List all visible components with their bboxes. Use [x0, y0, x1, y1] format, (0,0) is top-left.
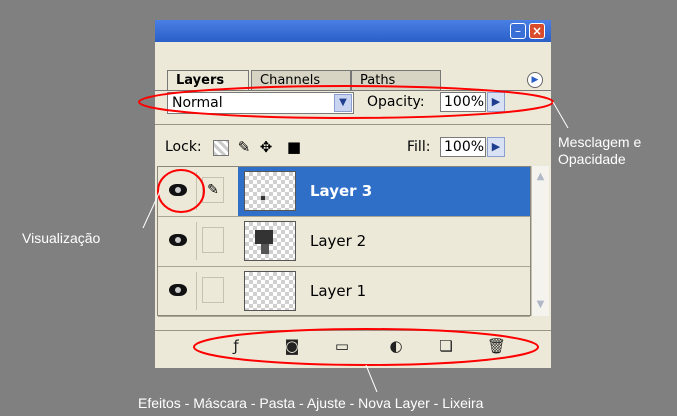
layers-list: ✎ Layer 3 Layer 2 Layer 1 — [157, 166, 531, 317]
scroll-down-icon[interactable]: ▼ — [532, 297, 549, 313]
eye-icon[interactable] — [169, 284, 187, 296]
blend-mode-select[interactable]: Normal ▼ — [167, 92, 354, 114]
layer-thumbnail — [244, 221, 296, 261]
panel-menu-icon[interactable]: ▶ — [527, 72, 543, 88]
tab-divider — [155, 90, 551, 91]
callout-line-blend — [552, 101, 569, 129]
eye-icon[interactable] — [169, 234, 187, 246]
annotation-blend-line1: Mesclagem e — [558, 134, 642, 150]
lock-transparency-icon[interactable] — [213, 140, 229, 156]
divider — [155, 124, 551, 125]
callout-line-bottom — [365, 364, 378, 393]
bottom-toolbar: ƒ ◙ ▭ ◐ ❏ 🗑 — [155, 330, 551, 361]
layer-name: Layer 2 — [310, 232, 367, 250]
folder-icon[interactable]: ▭ — [333, 337, 351, 355]
link-cell[interactable] — [202, 277, 224, 303]
layer-row-1[interactable]: Layer 1 — [158, 267, 530, 317]
scroll-up-icon[interactable]: ▲ — [532, 169, 549, 185]
close-icon[interactable]: × — [529, 23, 545, 39]
lock-label: Lock: — [165, 139, 202, 155]
brush-icon[interactable]: ✎ — [202, 177, 224, 203]
annotation-visibility: Visualização — [22, 230, 101, 246]
layer-row-2[interactable]: Layer 2 — [158, 217, 530, 267]
tab-strip: Layers Channels Paths ▶ — [155, 42, 551, 91]
tab-layers[interactable]: Layers — [167, 70, 249, 91]
fill-label: Fill: — [407, 139, 431, 155]
lock-brush-icon[interactable]: ✎ — [235, 138, 253, 156]
opacity-label: Opacity: — [367, 94, 425, 110]
tab-channels[interactable]: Channels — [251, 70, 351, 90]
tab-paths[interactable]: Paths — [351, 70, 441, 90]
opacity-arrow-icon[interactable]: ▶ — [487, 92, 505, 112]
link-cell[interactable] — [202, 227, 224, 253]
layer-name: Layer 3 — [310, 182, 373, 200]
annotation-blend-line2: Opacidade — [558, 151, 626, 167]
trash-icon[interactable]: 🗑 — [487, 337, 506, 355]
lock-move-icon[interactable]: ✥ — [257, 138, 275, 156]
layer-name: Layer 1 — [310, 282, 367, 300]
annotation-bottom: Efeitos - Máscara - Pasta - Ajuste - Nov… — [138, 395, 484, 411]
blend-mode-value: Normal — [172, 95, 223, 111]
scrollbar[interactable]: ▲ ▼ — [531, 166, 549, 316]
visibility-cell[interactable] — [160, 172, 197, 210]
fill-arrow-icon[interactable]: ▶ — [487, 137, 505, 157]
mask-icon[interactable]: ◙ — [283, 337, 301, 355]
layer-thumbnail — [244, 271, 296, 311]
layer-thumbnail — [244, 171, 296, 211]
eye-icon[interactable] — [169, 184, 187, 196]
adjustment-icon[interactable]: ◐ — [387, 337, 405, 355]
chevron-down-icon[interactable]: ▼ — [334, 94, 352, 112]
panel-titlebar[interactable]: – × — [155, 20, 551, 42]
minimize-icon[interactable]: – — [510, 23, 526, 39]
fill-input[interactable]: 100% — [440, 137, 486, 157]
visibility-cell[interactable] — [160, 272, 197, 310]
effects-icon[interactable]: ƒ — [227, 337, 245, 355]
new-layer-icon[interactable]: ❏ — [437, 337, 455, 355]
layers-panel: – × Layers Channels Paths ▶ Normal ▼ Opa… — [155, 20, 551, 368]
visibility-cell[interactable] — [160, 222, 197, 260]
lock-all-icon[interactable]: ■ — [285, 138, 303, 156]
layer-row-3[interactable]: ✎ Layer 3 — [158, 167, 530, 217]
opacity-input[interactable]: 100% — [440, 92, 486, 112]
